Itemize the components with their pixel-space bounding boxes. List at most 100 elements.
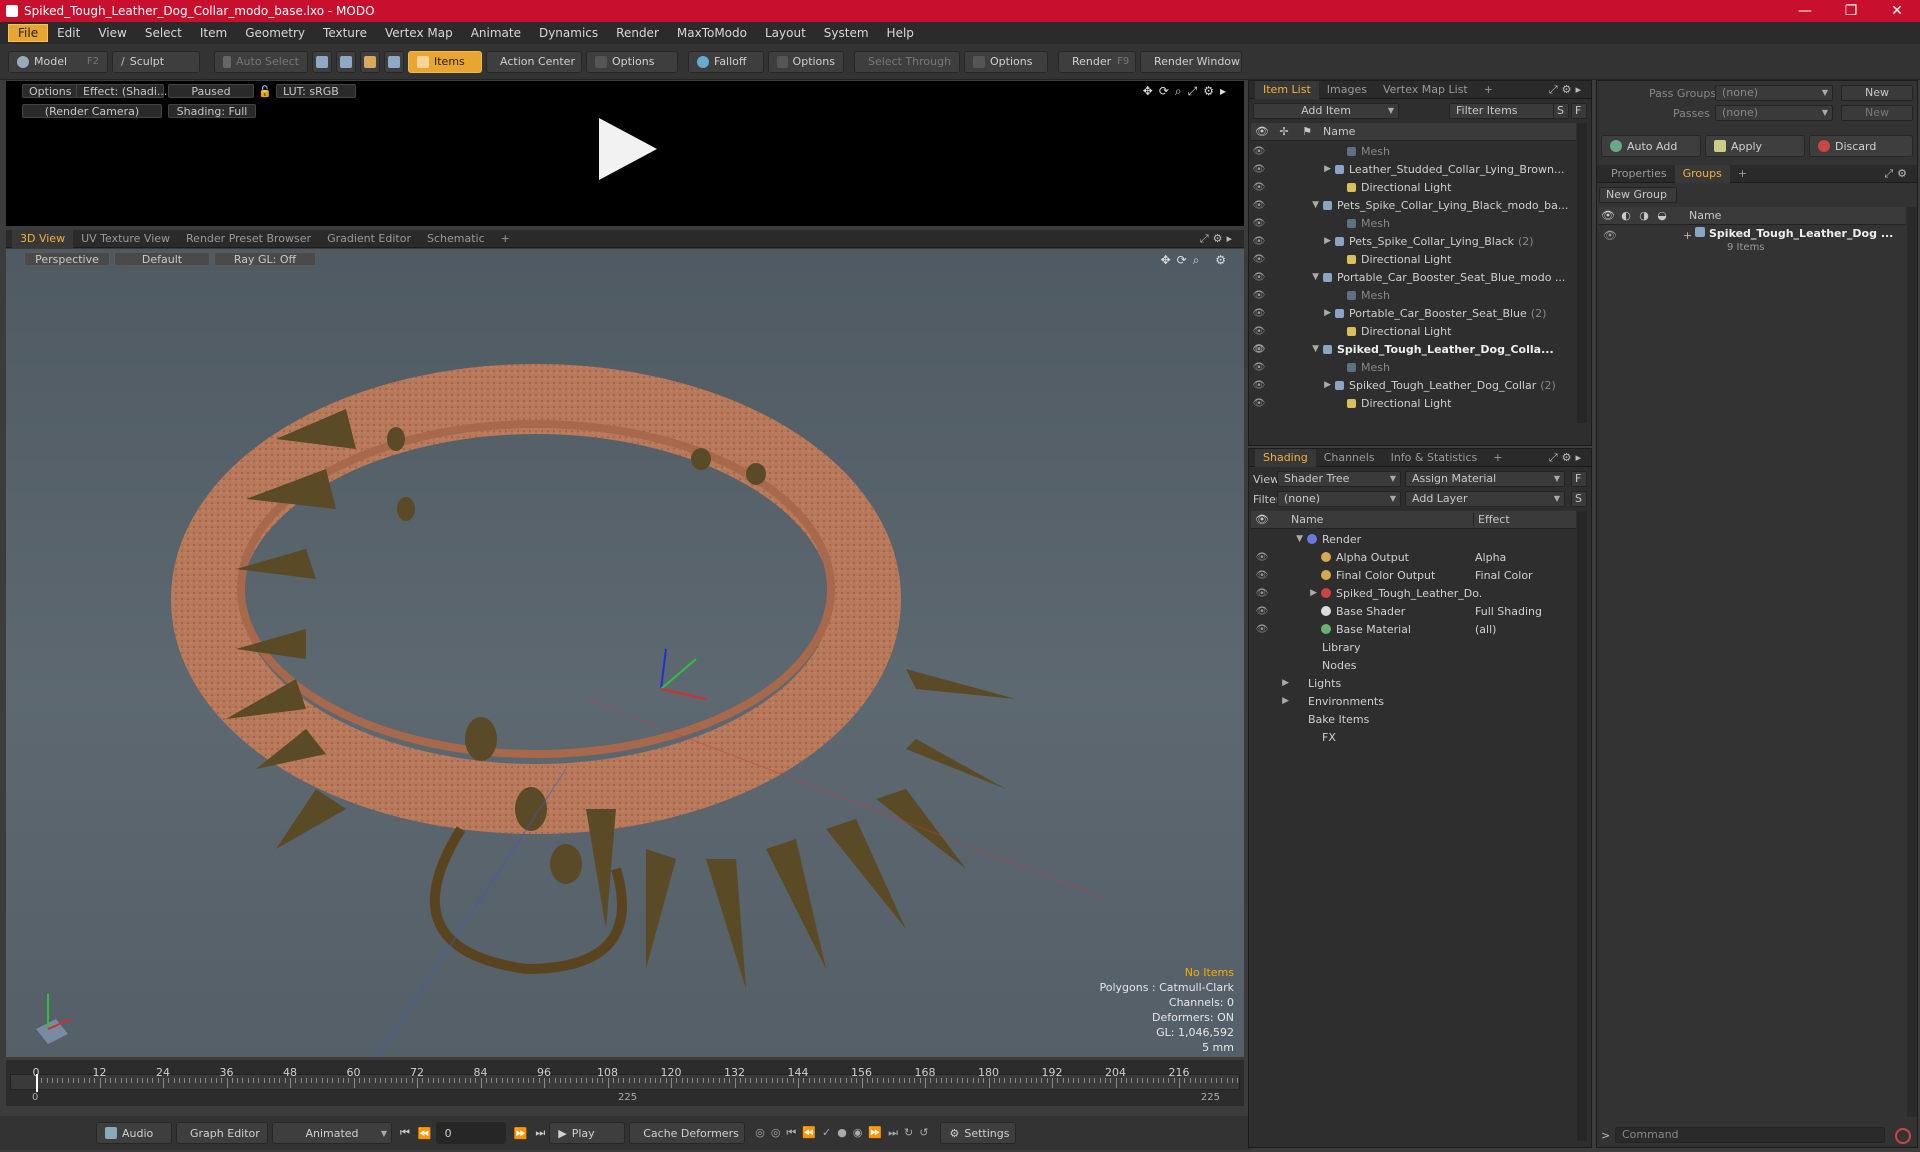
play-button[interactable]: ▶ Play bbox=[549, 1122, 626, 1144]
tab-info-statistics[interactable]: Info & Statistics bbox=[1383, 449, 1486, 467]
filter-s-button[interactable]: S bbox=[1553, 103, 1569, 119]
shader-tree-row[interactable]: 👁 Base Material (all) bbox=[1251, 620, 1576, 638]
visibility-eye-icon[interactable]: 👁 bbox=[1251, 380, 1267, 391]
visibility-eye-icon[interactable]: 👁 bbox=[1251, 624, 1273, 635]
auto-select-button[interactable]: Auto Select bbox=[214, 50, 308, 73]
render-button[interactable]: Render F9 bbox=[1058, 50, 1136, 73]
add-tab-button[interactable]: + bbox=[1730, 165, 1755, 183]
auto-add-button[interactable]: Auto Add bbox=[1601, 135, 1701, 157]
play-icon[interactable] bbox=[591, 114, 661, 184]
pass-groups-dropdown[interactable]: (none) bbox=[1715, 85, 1833, 101]
minimize-button[interactable]: — bbox=[1782, 3, 1828, 19]
select-options-button[interactable]: Options bbox=[964, 50, 1048, 73]
expand-plus-icon[interactable]: + bbox=[1683, 229, 1692, 242]
visibility-eye-icon[interactable]: 👁 bbox=[1251, 570, 1273, 581]
visibility-eye-icon[interactable]: 👁 bbox=[1251, 146, 1267, 157]
visibility-eye-icon[interactable]: 👁 bbox=[1251, 290, 1267, 301]
visibility-eye-icon[interactable]: 👁 bbox=[1251, 272, 1267, 283]
step-back-icon[interactable]: ⏪ bbox=[418, 1127, 432, 1140]
add-layer-dropdown[interactable]: Add Layer bbox=[1405, 491, 1565, 507]
tab-uv-texture-view[interactable]: UV Texture View bbox=[73, 230, 178, 248]
3d-viewport[interactable]: Perspective Default Ray GL: Off ✥⟳⌕ ⚙ No… bbox=[6, 249, 1244, 1057]
visibility-eye-icon[interactable]: 👁 bbox=[1251, 606, 1273, 617]
tab-vertex-map-list[interactable]: Vertex Map List bbox=[1375, 81, 1476, 99]
assign-material-dropdown[interactable]: Assign Material bbox=[1405, 471, 1565, 487]
panel-menu-icons[interactable]: ⤢⚙▸ bbox=[1549, 451, 1585, 465]
view-dropdown[interactable]: Shader Tree bbox=[1277, 471, 1401, 487]
tab-channels[interactable]: Channels bbox=[1316, 449, 1383, 467]
visibility-eye-icon[interactable]: 👁 bbox=[1251, 200, 1267, 211]
shader-tree-row[interactable]: ▼ Render bbox=[1251, 530, 1576, 548]
new-pass-group-button[interactable]: New bbox=[1841, 85, 1913, 101]
discard-button[interactable]: Discard bbox=[1809, 135, 1913, 157]
tab-3d-view[interactable]: 3D View bbox=[12, 229, 74, 248]
shading-dropdown[interactable]: Shading: Full bbox=[168, 104, 256, 118]
shader-tree-row[interactable]: Bake Items bbox=[1251, 710, 1576, 728]
item-list-row[interactable]: 👁 ▼ Portable_Car_Booster_Seat_Blue_modo .… bbox=[1251, 268, 1576, 286]
panel-menu-icons[interactable]: ⤢⚙▸ bbox=[1549, 83, 1585, 97]
render-window-button[interactable]: Render Window bbox=[1140, 50, 1242, 73]
tab-schematic[interactable]: Schematic bbox=[419, 230, 493, 248]
polygons-mode-button[interactable] bbox=[360, 50, 380, 73]
effect-dropdown[interactable]: (all) bbox=[1475, 623, 1575, 636]
audio-button[interactable]: Audio bbox=[96, 1122, 172, 1144]
item-list-scrollbar[interactable] bbox=[1577, 123, 1587, 423]
frame-input[interactable]: 0 bbox=[435, 1122, 506, 1144]
visibility-eye-icon[interactable]: 👁 bbox=[1251, 362, 1267, 373]
menu-dynamics[interactable]: Dynamics bbox=[530, 22, 607, 44]
item-list-row[interactable]: 👁 ▶ Spiked_Tough_Leather_Dog_Collar (2) bbox=[1251, 376, 1576, 394]
shading-s-button[interactable]: S bbox=[1571, 491, 1587, 507]
apply-button[interactable]: Apply bbox=[1705, 135, 1805, 157]
settings-button[interactable]: ⚙ Settings bbox=[940, 1122, 1017, 1144]
visibility-eye-icon[interactable]: 👁 bbox=[1251, 552, 1273, 563]
materials-mode-button[interactable] bbox=[384, 50, 404, 73]
menu-view[interactable]: View bbox=[89, 22, 135, 44]
item-list-row[interactable]: 👁 Mesh bbox=[1251, 286, 1576, 304]
item-list-row[interactable]: 👁 Mesh bbox=[1251, 358, 1576, 376]
shader-tree-row[interactable]: Library bbox=[1251, 638, 1576, 656]
expand-arrow-icon[interactable]: ▼ bbox=[1267, 344, 1319, 354]
expand-arrow-icon[interactable]: ▶ bbox=[1273, 588, 1317, 598]
shading-f-button[interactable]: F bbox=[1571, 471, 1587, 487]
effect-dropdown[interactable]: Final Color bbox=[1475, 569, 1575, 582]
expand-arrow-icon[interactable]: ▶ bbox=[1267, 164, 1331, 174]
item-list-row[interactable]: 👁 ▶ Pets_Spike_Collar_Lying_Black (2) bbox=[1251, 232, 1576, 250]
render-effect-dropdown[interactable]: Effect: (Shadi... bbox=[76, 84, 167, 98]
shader-tree-row[interactable]: FX bbox=[1251, 728, 1576, 746]
action-center-button[interactable]: Action Center bbox=[486, 50, 582, 73]
new-pass-button[interactable]: New bbox=[1841, 105, 1913, 121]
panel-menu-icons[interactable]: ⤢⚙ bbox=[1884, 167, 1911, 181]
graph-editor-button[interactable]: Graph Editor bbox=[176, 1122, 268, 1144]
render-paused-button[interactable]: Paused bbox=[168, 84, 254, 98]
eye-icon[interactable]: 👁 bbox=[1603, 229, 1617, 242]
lut-dropdown[interactable]: LUT: sRGB bbox=[276, 84, 356, 98]
cache-deformers-button[interactable]: Cache Deformers bbox=[629, 1122, 746, 1144]
filter-items-input[interactable]: Filter Items bbox=[1449, 103, 1559, 119]
group-row[interactable]: 👁 + Spiked_Tough_Leather_Dog ... 9 Items bbox=[1599, 227, 1905, 261]
visibility-eye-icon[interactable]: 👁 bbox=[1251, 164, 1267, 175]
visibility-eye-icon[interactable]: 👁 bbox=[1251, 182, 1267, 193]
visibility-eye-icon[interactable]: 👁 bbox=[1251, 344, 1267, 355]
command-record-icon[interactable] bbox=[1895, 1128, 1911, 1144]
shader-tree-row[interactable]: Nodes bbox=[1251, 656, 1576, 674]
item-list-row[interactable]: 👁 ▼ Spiked_Tough_Leather_Dog_Colla... bbox=[1251, 340, 1576, 358]
new-group-button[interactable]: New Group bbox=[1599, 187, 1677, 203]
expand-arrow-icon[interactable]: ▼ bbox=[1267, 200, 1319, 210]
tab-shading[interactable]: Shading bbox=[1255, 448, 1316, 467]
menu-geometry[interactable]: Geometry bbox=[236, 22, 314, 44]
item-list-row[interactable]: 👁 ▶ Leather_Studded_Collar_Lying_Brown... bbox=[1251, 160, 1576, 178]
shader-tree-row[interactable]: ▶ Lights bbox=[1251, 674, 1576, 692]
expand-arrow-icon[interactable]: ▶ bbox=[1267, 236, 1331, 246]
falloff-options-button[interactable]: Options bbox=[768, 50, 844, 73]
skip-start-icon[interactable]: ⏮ bbox=[400, 1126, 410, 1140]
menu-vertex-map[interactable]: Vertex Map bbox=[376, 22, 462, 44]
render-view-nav-icons[interactable]: ✥⟳⌕⤢⚙▸ bbox=[1143, 84, 1232, 99]
expand-arrow-icon[interactable]: ▶ bbox=[1273, 678, 1289, 688]
menu-edit[interactable]: Edit bbox=[48, 22, 89, 44]
menu-select[interactable]: Select bbox=[136, 22, 191, 44]
shader-tree-row[interactable]: ▶ Environments bbox=[1251, 692, 1576, 710]
tab-item-list[interactable]: Item List bbox=[1255, 80, 1319, 99]
tab-groups[interactable]: Groups bbox=[1674, 164, 1730, 183]
visibility-eye-icon[interactable]: 👁 bbox=[1251, 308, 1267, 319]
command-input[interactable]: Command bbox=[1615, 1127, 1885, 1143]
